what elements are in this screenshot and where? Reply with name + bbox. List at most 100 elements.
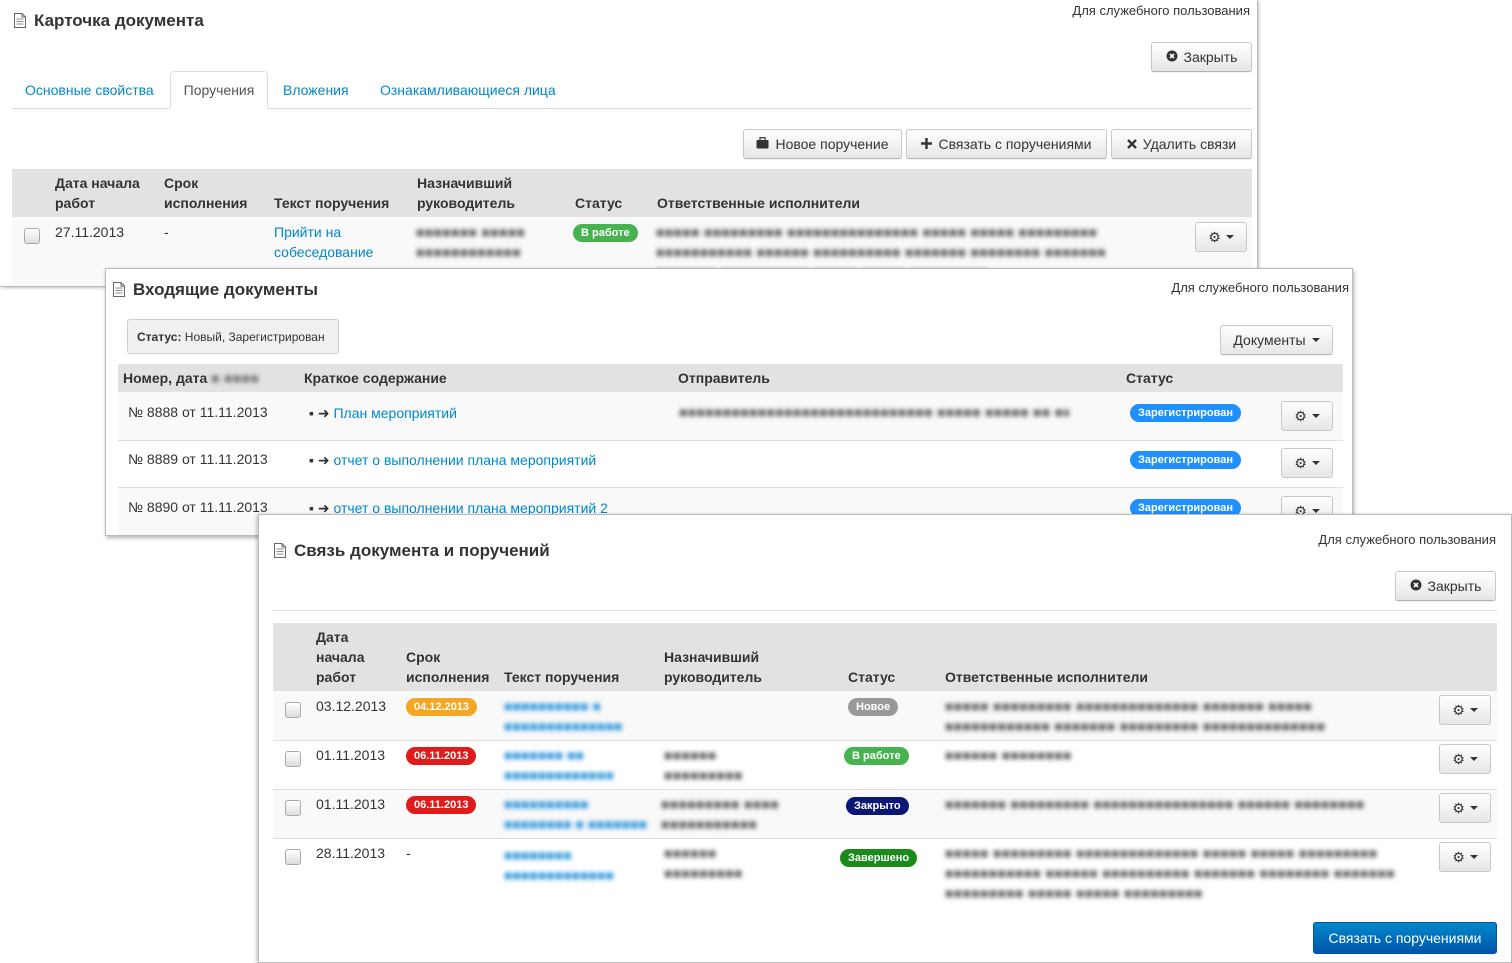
status-badge: Зарегистрирован [1130,404,1241,422]
row-actions-button[interactable]: ⚙ [1439,842,1491,872]
documents-button-label: Документы [1233,332,1306,348]
incoming-classification: Для служебного пользования [1171,280,1349,295]
file-icon: ▪ [309,405,314,421]
start-date: 28.11.2013 [316,845,386,861]
col-sender: Отправитель [678,370,770,386]
row-checkbox[interactable] [285,849,301,865]
order-text-link[interactable]: Прийти на собеседование [274,222,384,262]
doc-number: № 8889 от 11.11.2013 [128,451,268,467]
document-icon [274,543,286,558]
row-actions-button[interactable]: ⚙ [1439,793,1491,823]
col-deadline: Срок исполнения [164,175,248,211]
doc-number: № 8888 от 11.11.2013 [128,404,268,420]
arrow-right-icon: ➜ [317,405,330,421]
dialog-close-label: Закрыть [1427,578,1482,594]
page-title: Карточка документа [34,11,204,30]
gear-icon: ⚙ [1452,799,1465,816]
gear-icon: ⚙ [1208,228,1221,245]
caret-down-icon [1311,461,1320,465]
manager-name: ■■■■■■ ■■■■■■■■■ ■■■■■■■■■■■■ [664,845,743,881]
new-order-label: Новое поручение [775,136,889,152]
assignees-list: ■■■■■ ■■■■■■■■■ ■■■■■■■■■■■■■■ ■■■■■■■ ■… [945,698,1326,734]
row-actions-button[interactable]: ⚙ [1439,695,1491,725]
order-text-link[interactable]: ■■■■■■■■■■ ■■■■■■■■ ■ ■■■■■■■ [504,794,649,836]
dialog-classification: Для служебного пользования [1318,532,1496,547]
col-assignees: Ответственные исполнители [657,195,860,211]
deadline-badge: 04.12.2013 [406,698,478,716]
document-icon [14,13,26,28]
file-icon: ▪ [309,452,314,468]
arrow-right-icon: ➜ [317,452,330,468]
row-actions-button[interactable]: ⚙ [1281,448,1333,478]
deadline: - [406,845,411,861]
remove-links-button[interactable]: Удалить связи [1111,129,1252,159]
col-status: Статус [848,669,896,685]
col-status: Статус [575,195,623,211]
classification-label: Для служебного пользования [1072,3,1250,18]
link-orders-button[interactable]: Связать с поручениями [906,129,1107,159]
row-actions-button[interactable]: ⚙ [1195,222,1247,252]
col-start-date: Дата начала работ [55,175,140,211]
order-text-link[interactable]: ■■■■■■■■■■ ■ ■■■■■■■■■■■■■■ ■■■■■■ [504,696,654,738]
document-icon [113,282,125,297]
plus-icon [921,136,933,152]
status-badge: В работе [844,747,909,765]
gear-icon: ⚙ [1294,454,1307,471]
doc-summary: ▪ ➜ План мероприятий [309,403,457,423]
row-actions-button[interactable]: ⚙ [1281,401,1333,431]
doc-summary-link[interactable]: План мероприятий [333,405,456,421]
card-title-row: Карточка документа [14,11,204,31]
close-circle-icon [1410,578,1422,594]
status-filter[interactable]: Статус: Новый, Зарегистрирован [127,319,339,354]
row-checkbox[interactable] [24,228,40,244]
caret-down-icon [1469,855,1478,859]
doc-summary: ▪ ➜ отчет о выполнении плана мероприятий [309,450,596,470]
col-assignees: Ответственные исполнители [945,669,1148,685]
close-button[interactable]: Закрыть [1151,42,1252,72]
filter-label: Статус: [137,329,182,344]
row-checkbox[interactable] [285,751,301,767]
assignees-list: ■■■■■■ ■■■■■■■■ [945,747,1072,763]
start-date: 01.11.2013 [316,747,386,763]
gear-icon: ⚙ [1452,848,1465,865]
row-checkbox[interactable] [285,702,301,718]
sender-name: ■■■■■■■■■■■■■■■■■■■■■■■■■■■■■ ■■■■■ ■■■■… [679,404,1069,420]
close-circle-icon [1166,49,1178,65]
col-manager: Назначивший руководитель [417,175,515,211]
start-date: 27.11.2013 [55,224,125,240]
assignees-list: ■■■■■ ■■■■■■■■■ ■■■■■■■■■■■■■■ ■■■■■ ■■■… [945,845,1395,901]
col-deadline: Срок исполнения [406,649,490,685]
documents-dropdown-button[interactable]: Документы [1220,325,1333,355]
dialog-divider [273,610,1497,611]
col-order-text: Текст поручения [274,195,390,211]
assignees-list: ■■■■■■■ ■■■■■■■■■ ■■■■■■■■■■■■■■■■ ■■■■■… [945,796,1365,812]
order-text-link[interactable]: ■■■■■■■■ ■■■■■■■■■■■■■ [504,845,614,887]
new-order-button[interactable]: Новое поручение [743,129,902,159]
row-actions-button[interactable]: ⚙ [1439,744,1491,774]
doc-summary-link[interactable]: отчет о выполнении плана мероприятий [333,452,596,468]
submit-link-orders-button[interactable]: Связать с поручениями [1313,922,1497,954]
deadline: - [164,224,169,240]
col-manager: Назначивший руководитель [664,649,762,685]
col-start-date: Дата начала работ [316,629,365,685]
caret-down-icon [1225,235,1234,239]
briefcase-icon [756,136,769,152]
gear-icon: ⚙ [1452,750,1465,767]
dialog-close-button[interactable]: Закрыть [1395,571,1496,601]
caret-down-icon [1311,509,1320,513]
start-date: 01.11.2013 [316,796,386,812]
row-checkbox[interactable] [285,800,301,816]
start-date: 03.12.2013 [316,698,387,714]
status-badge: Завершено [840,849,918,867]
order-text-link[interactable]: ■■■■■■■ ■■ ■■■■■■■■■■■■■ [504,745,624,787]
tab-acquainted-persons[interactable]: Ознакамливающиеся лица [380,82,556,98]
caret-down-icon [1469,806,1478,810]
tab-main-properties[interactable]: Основные свойства [25,82,154,98]
row-divider [118,440,1343,441]
filter-value: Новый, Зарегистрирован [184,329,325,344]
status-badge: Закрыто [846,797,909,815]
link-orders-label: Связать с поручениями [938,136,1092,152]
tab-orders[interactable]: Поручения [170,71,268,109]
deadline-badge: 06.11.2013 [406,747,477,765]
tab-attachments[interactable]: Вложения [283,82,349,98]
